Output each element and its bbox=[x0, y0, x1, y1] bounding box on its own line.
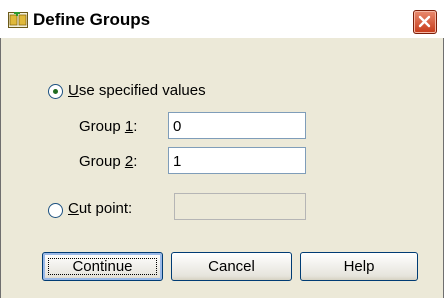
help-button-label: Help bbox=[343, 258, 375, 275]
cut-point-radio[interactable] bbox=[48, 203, 63, 218]
group-2-mnemonic: 2 bbox=[124, 153, 134, 170]
mnemonic-u: U bbox=[68, 82, 79, 99]
group-2-input[interactable]: 1 bbox=[168, 147, 306, 174]
focus-rectangle bbox=[48, 258, 157, 275]
group-1-input[interactable]: 0 bbox=[168, 112, 306, 139]
close-icon bbox=[418, 15, 431, 28]
define-groups-app-icon bbox=[8, 11, 28, 28]
use-specified-values-radio[interactable] bbox=[48, 84, 63, 99]
help-button[interactable]: Help bbox=[300, 252, 418, 281]
dialog-body: Use specified values Group 1: 0 Group 2:… bbox=[0, 38, 444, 298]
continue-button[interactable]: Continue bbox=[42, 252, 163, 281]
use-specified-values-rest: se specified values bbox=[78, 82, 206, 99]
cancel-button-label: Cancel bbox=[208, 258, 255, 275]
use-specified-values-label[interactable]: Use specified values bbox=[68, 82, 206, 99]
cut-point-rest: ut point: bbox=[78, 200, 133, 217]
cut-point-input[interactable] bbox=[174, 193, 306, 220]
close-button[interactable] bbox=[413, 10, 437, 34]
group-1-label: Group 1: bbox=[79, 118, 138, 135]
radio-selected-dot bbox=[53, 89, 58, 94]
window-title: Define Groups bbox=[33, 10, 151, 29]
cancel-button[interactable]: Cancel bbox=[171, 252, 292, 281]
title-bar[interactable]: Define Groups bbox=[0, 0, 444, 38]
group-1-mnemonic: 1 bbox=[124, 118, 134, 135]
cut-point-label[interactable]: Cut point: bbox=[68, 200, 132, 217]
mnemonic-c: C bbox=[68, 200, 79, 217]
group-2-label: Group 2: bbox=[79, 153, 138, 170]
